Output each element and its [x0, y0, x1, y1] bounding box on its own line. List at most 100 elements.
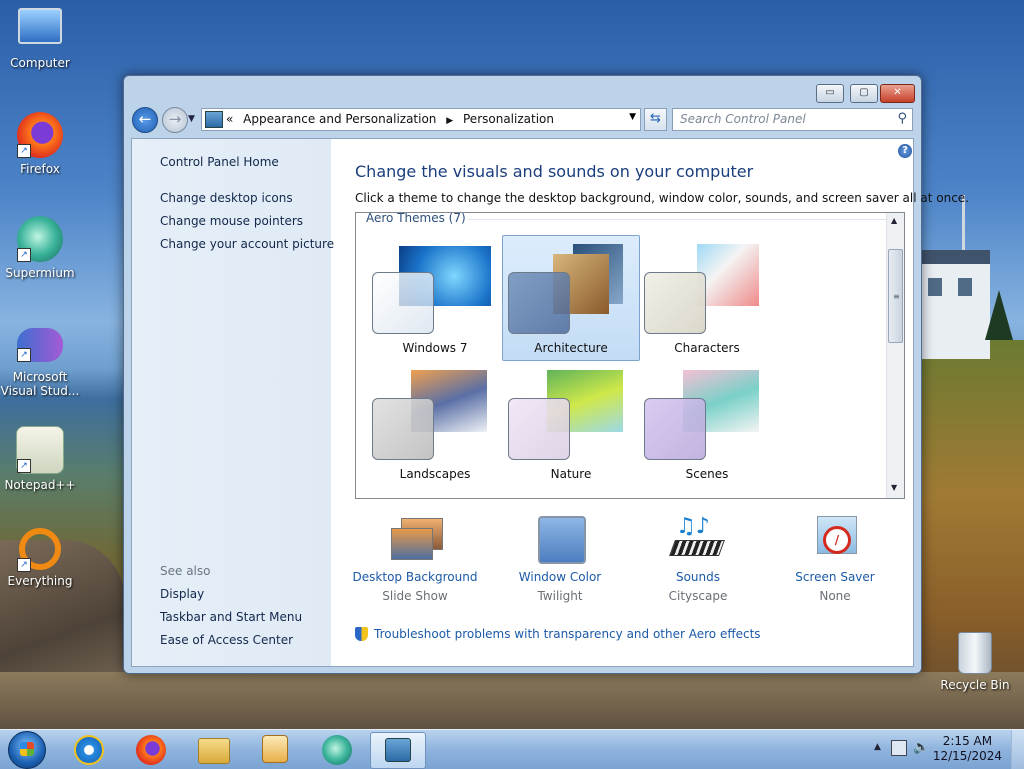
minimize-button[interactable]: ▭: [816, 84, 844, 103]
screen-saver-value: None: [819, 589, 851, 603]
ease-of-access-link[interactable]: Ease of Access Center: [160, 633, 293, 647]
scroll-thumb[interactable]: ≡: [888, 249, 903, 343]
address-dropdown-icon[interactable]: ▼: [629, 112, 636, 122]
refresh-button[interactable]: ⇆: [644, 108, 667, 131]
scroll-up-icon[interactable]: ▲: [891, 216, 897, 225]
desktop-background-setting[interactable]: Desktop Background Slide Show: [350, 514, 480, 603]
theme-list[interactable]: Aero Themes (7) Windows 7 Architecture C…: [355, 212, 905, 499]
page-title: Change the visuals and sounds on your co…: [355, 162, 754, 181]
navigation-bar: ← → ▼ « Appearance and Personalization ▶…: [132, 106, 913, 134]
screen-saver-icon: /: [807, 514, 863, 564]
desktop-icon-visual-studio[interactable]: ↗ Microsoft Visual Stud...: [0, 328, 80, 398]
volume-muted-icon[interactable]: 🔈: [913, 740, 929, 755]
taskbar-start-menu-link[interactable]: Taskbar and Start Menu: [160, 610, 302, 624]
taskbar-control-panel[interactable]: [370, 732, 426, 769]
theme-list-scrollbar[interactable]: ▲ ≡ ▼: [886, 213, 904, 498]
taskbar-file-explorer[interactable]: [186, 732, 240, 767]
change-mouse-pointers-link[interactable]: Change mouse pointers: [160, 214, 303, 228]
notification-area: ▲ 🔈 2:15 AM 12/15/2024: [864, 730, 1024, 769]
desktop-background-link[interactable]: Desktop Background: [350, 570, 480, 584]
change-account-picture-link[interactable]: Change your account picture: [160, 237, 334, 251]
network-icon[interactable]: [891, 740, 907, 756]
window-color-setting[interactable]: Window Color Twilight: [495, 514, 625, 603]
scroll-down-icon[interactable]: ▼: [891, 483, 897, 492]
theme-color-swatch: [508, 272, 570, 334]
theme-color-swatch: [372, 272, 434, 334]
clock-time: 2:15 AM: [942, 734, 993, 748]
start-button[interactable]: [8, 731, 46, 769]
theme-color-swatch: [508, 398, 570, 460]
breadcrumb-chevron-icon[interactable]: ▶: [446, 116, 453, 126]
theme-architecture[interactable]: Architecture: [502, 235, 640, 361]
theme-color-swatch: [372, 398, 434, 460]
theme-landscapes[interactable]: Landscapes: [366, 361, 504, 487]
breadcrumb-item-appearance[interactable]: Appearance and Personalization: [243, 112, 436, 126]
page-subtitle: Click a theme to change the desktop back…: [355, 191, 969, 205]
troubleshoot-label[interactable]: Troubleshoot problems with transparency …: [374, 627, 761, 641]
aero-themes-heading[interactable]: Aero Themes (7): [364, 213, 468, 225]
desktop-icon-notepadpp[interactable]: ↗ Notepad++: [0, 426, 80, 492]
theme-windows-7[interactable]: Windows 7: [366, 235, 504, 361]
taskbar-firefox[interactable]: [124, 732, 178, 767]
breadcrumb-overflow[interactable]: «: [226, 112, 233, 126]
control-panel-home-link[interactable]: Control Panel Home: [160, 155, 279, 169]
desktop-icon-label: Everything: [7, 574, 73, 588]
sounds-setting[interactable]: ♫♪ Sounds Cityscape: [633, 514, 763, 603]
taskbar-internet-explorer[interactable]: [62, 732, 116, 767]
theme-label: Scenes: [685, 467, 729, 481]
see-also-heading: See also: [160, 564, 211, 578]
desktop-icon-everything[interactable]: ↗ Everything: [0, 528, 80, 588]
desktop-icon-supermium[interactable]: ↗ Supermium: [0, 216, 80, 280]
change-desktop-icons-link[interactable]: Change desktop icons: [160, 191, 293, 205]
breadcrumb-item-personalization[interactable]: Personalization: [463, 112, 554, 126]
screen-saver-link[interactable]: Screen Saver: [770, 570, 900, 584]
recent-pages-dropdown-icon[interactable]: ▼: [188, 114, 195, 124]
theme-settings-bar: Desktop Background Slide Show Window Col…: [353, 514, 915, 614]
internet-explorer-icon: [74, 735, 104, 765]
desktop-icon-label: Supermium: [5, 266, 75, 280]
show-desktop-button[interactable]: [1011, 730, 1024, 769]
theme-scenes[interactable]: Scenes: [638, 361, 776, 487]
taskbar-media-player[interactable]: [248, 732, 302, 767]
address-bar[interactable]: « Appearance and Personalization ▶ Perso…: [201, 108, 641, 131]
desktop-icon-recycle-bin[interactable]: Recycle Bin: [935, 632, 1015, 692]
media-player-icon: [262, 735, 288, 763]
firefox-icon: [136, 735, 166, 765]
theme-label: Architecture: [534, 341, 608, 355]
taskbar-supermium[interactable]: [310, 732, 364, 767]
recycle-bin-icon: [958, 632, 992, 674]
supermium-icon: ↗: [17, 216, 63, 262]
desktop-icon-label: Computer: [10, 56, 70, 70]
theme-nature[interactable]: Nature: [502, 361, 640, 487]
desktop-wallpaper-shore: [0, 672, 1024, 730]
theme-color-swatch: [644, 398, 706, 460]
desktop-wallpaper-tree: [985, 290, 1013, 340]
help-icon[interactable]: ?: [898, 144, 912, 158]
shortcut-arrow-icon: ↗: [17, 144, 31, 158]
desktop-icon-label: Microsoft Visual Stud...: [0, 370, 80, 398]
forward-button[interactable]: →: [162, 107, 188, 133]
shortcut-arrow-icon: ↗: [17, 558, 31, 572]
desktop-icon-computer[interactable]: Computer: [0, 8, 80, 70]
window-color-value: Twilight: [537, 589, 583, 603]
theme-characters[interactable]: Characters: [638, 235, 776, 361]
maximize-button[interactable]: ▢: [850, 84, 878, 103]
sounds-value: Cityscape: [668, 589, 728, 603]
theme-thumbnail: [697, 244, 759, 306]
close-button[interactable]: ✕: [880, 84, 915, 103]
title-bar[interactable]: ▭ ▢ ✕: [124, 76, 921, 104]
display-link[interactable]: Display: [160, 587, 204, 601]
screen-saver-setting[interactable]: / Screen Saver None: [770, 514, 900, 603]
window-color-link[interactable]: Window Color: [495, 570, 625, 584]
sounds-link[interactable]: Sounds: [633, 570, 763, 584]
back-button[interactable]: ←: [132, 107, 158, 133]
search-input[interactable]: Search Control Panel ⚲: [672, 108, 913, 131]
desktop-icon-firefox[interactable]: ↗ Firefox: [0, 112, 80, 176]
shortcut-arrow-icon: ↗: [17, 248, 31, 262]
clock[interactable]: 2:15 AM 12/15/2024: [933, 734, 1002, 764]
theme-color-swatch: [644, 272, 706, 334]
theme-label: Landscapes: [399, 467, 471, 481]
troubleshoot-link[interactable]: Troubleshoot problems with transparency …: [355, 627, 761, 641]
search-icon[interactable]: ⚲: [897, 111, 907, 126]
show-hidden-icons-icon[interactable]: ▲: [874, 742, 881, 752]
